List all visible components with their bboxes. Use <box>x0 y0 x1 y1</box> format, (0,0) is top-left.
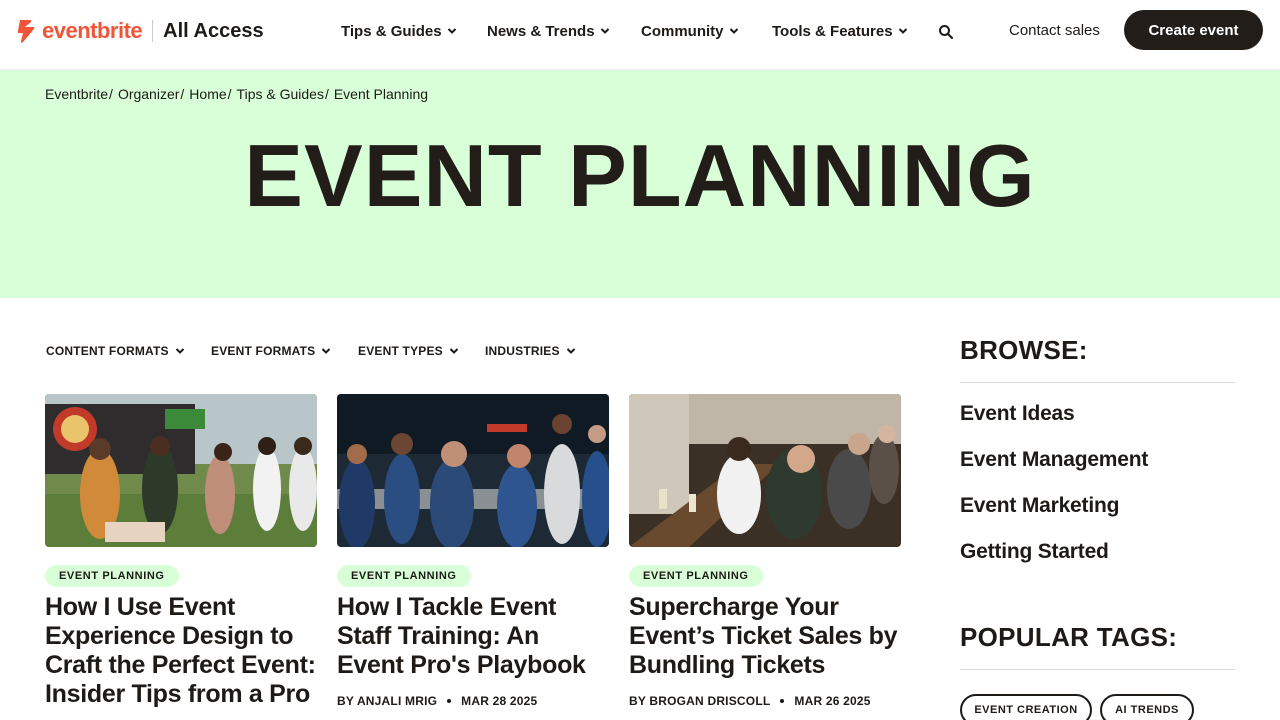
brand-name: eventbrite <box>42 18 143 43</box>
article-image[interactable] <box>337 394 609 547</box>
search-icon[interactable] <box>938 24 954 40</box>
article-image[interactable] <box>45 394 317 547</box>
popular-tags-heading: POPULAR TAGS: <box>960 622 1178 652</box>
article-author[interactable]: BY BROGAN DRISCOLL <box>629 694 770 708</box>
nav-tools-features[interactable]: Tools & Features <box>772 0 908 62</box>
article-author[interactable]: BY ANJALI MRIG <box>337 694 437 708</box>
hero-banner: Eventbrite / Organizer / Home / Tips & Guid… <box>0 70 1280 298</box>
breadcrumb-eventbrite[interactable]: Eventbrite <box>45 86 108 102</box>
filter-label: CONTENT FORMATS <box>46 344 169 358</box>
nav-tips-guides[interactable]: Tips & Guides <box>341 0 457 62</box>
nav-label: Tips & Guides <box>341 22 442 40</box>
sub-brand-name: All Access <box>163 19 264 42</box>
meta-separator <box>780 699 785 703</box>
category-tag[interactable]: EVENT PLANNING <box>337 565 471 587</box>
food-truck-crowd-photo <box>45 394 317 547</box>
article-date: MAR 26 2025 <box>794 694 871 708</box>
nav-label: Tools & Features <box>772 22 893 40</box>
nav-community[interactable]: Community <box>641 0 739 62</box>
filter-content-formats[interactable]: CONTENT FORMATS <box>46 344 185 358</box>
divider <box>960 382 1235 383</box>
browse-link-event-marketing[interactable]: Event Marketing <box>960 494 1119 518</box>
filter-industries[interactable]: INDUSTRIES <box>485 344 576 358</box>
chevron-down-icon <box>566 348 575 354</box>
chevron-down-icon <box>322 348 331 354</box>
chevron-down-icon <box>175 348 184 354</box>
browse-link-event-management[interactable]: Event Management <box>960 448 1148 472</box>
nav-label: News & Trends <box>487 22 595 40</box>
browse-link-event-ideas[interactable]: Event Ideas <box>960 402 1075 426</box>
article-title[interactable]: How I Use Event Experience Design to Cra… <box>45 593 317 709</box>
divider <box>960 669 1235 670</box>
tag-event-creation[interactable]: EVENT CREATION <box>960 694 1092 720</box>
filter-label: INDUSTRIES <box>485 344 560 358</box>
article-card: EVENT PLANNING How I Use Event Experienc… <box>45 394 317 709</box>
article-date: MAR 28 2025 <box>461 694 538 708</box>
chevron-down-icon <box>449 348 459 354</box>
article-title[interactable]: Supercharge Your Event’s Ticket Sales by… <box>629 593 901 680</box>
breadcrumb-organizer[interactable]: Organizer <box>118 86 179 102</box>
create-event-button[interactable]: Create event <box>1124 10 1263 50</box>
breadcrumb: Eventbrite / Organizer / Home / Tips & Guid… <box>45 86 429 102</box>
article-meta: BY ANJALI MRIG MAR 28 2025 <box>337 694 609 708</box>
category-tag[interactable]: EVENT PLANNING <box>45 565 179 587</box>
chevron-down-icon <box>600 28 609 34</box>
browse-heading: BROWSE: <box>960 335 1088 365</box>
top-header: eventbrite All Access Tips & Guides News… <box>0 0 1280 70</box>
nav-news-trends[interactable]: News & Trends <box>487 0 610 62</box>
article-meta: BY BROGAN DRISCOLL MAR 26 2025 <box>629 694 901 708</box>
browse-link-getting-started[interactable]: Getting Started <box>960 540 1109 564</box>
filter-event-types[interactable]: EVENT TYPES <box>358 344 459 358</box>
filter-event-formats[interactable]: EVENT FORMATS <box>211 344 331 358</box>
page-title: EVENT PLANNING <box>244 126 1036 225</box>
breadcrumb-event-planning: Event Planning <box>333 86 429 102</box>
eventbrite-logo[interactable]: eventbrite All Access <box>16 18 264 44</box>
article-card: EVENT PLANNING Supercharge Your Event’s … <box>629 394 901 708</box>
logo-divider <box>152 20 154 42</box>
breadcrumb-tips-guides[interactable]: Tips & Guides <box>237 86 324 102</box>
tag-ai-trends[interactable]: AI TRENDS <box>1100 694 1194 720</box>
meta-separator <box>447 699 452 703</box>
article-card: EVENT PLANNING How I Tackle Event Staff … <box>337 394 609 708</box>
contact-sales-link[interactable]: Contact sales <box>1009 22 1100 39</box>
category-tag[interactable]: EVENT PLANNING <box>629 565 763 587</box>
staff-training-photo <box>337 394 609 547</box>
chevron-down-icon <box>447 28 456 34</box>
chevron-down-icon <box>898 28 907 34</box>
article-image[interactable] <box>629 394 901 547</box>
nav-label: Community <box>641 22 724 40</box>
dining-event-photo <box>629 394 901 547</box>
eventbrite-logo-icon <box>17 20 35 43</box>
filter-label: EVENT TYPES <box>358 344 443 358</box>
filter-label: EVENT FORMATS <box>211 344 316 358</box>
breadcrumb-home[interactable]: Home <box>189 86 226 102</box>
chevron-down-icon <box>729 28 738 34</box>
article-title[interactable]: How I Tackle Event Staff Training: An Ev… <box>337 593 609 680</box>
